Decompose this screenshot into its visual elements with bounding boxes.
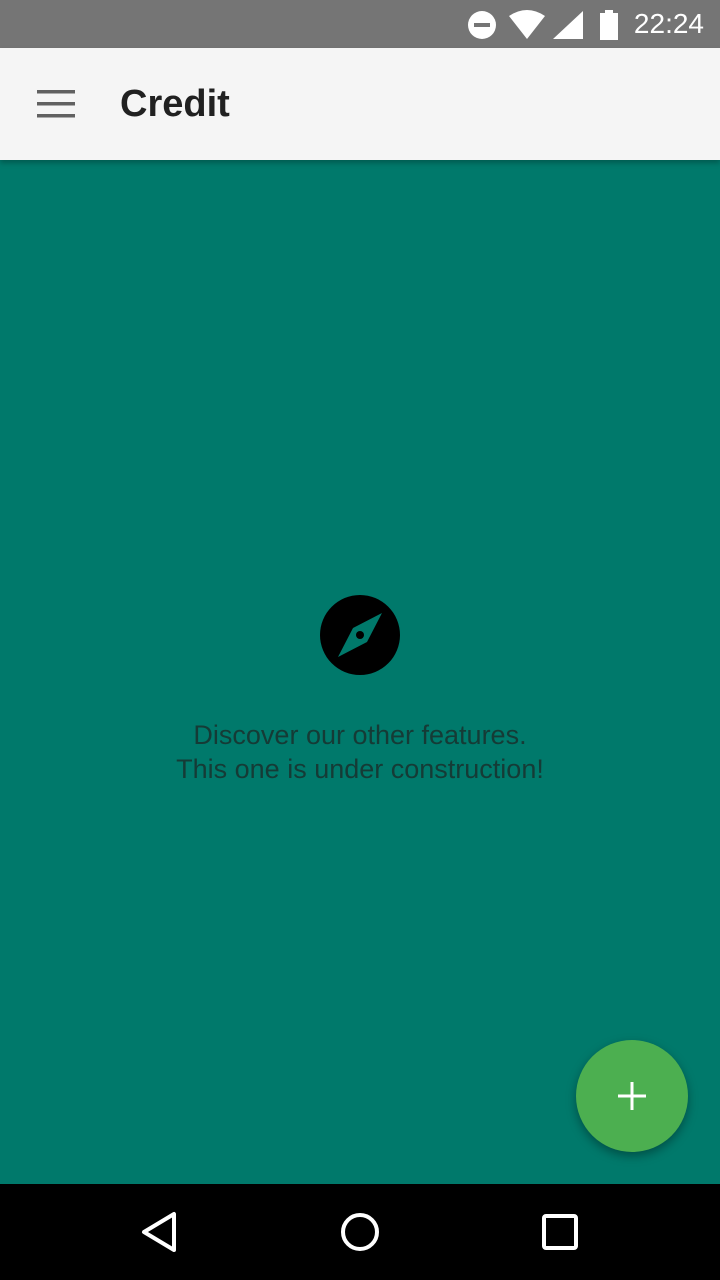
empty-state: Discover our other features. This one is… bbox=[0, 594, 720, 786]
status-time: 22:24 bbox=[633, 8, 704, 39]
compass-icon bbox=[320, 595, 400, 675]
page-title: Credit bbox=[120, 83, 230, 125]
menu-button[interactable] bbox=[20, 68, 92, 140]
wifi-icon bbox=[509, 10, 545, 39]
recents-icon[interactable] bbox=[536, 1208, 584, 1256]
battery-icon bbox=[600, 10, 618, 40]
signal-icon bbox=[553, 11, 583, 39]
home-icon[interactable] bbox=[336, 1208, 384, 1256]
plus-icon bbox=[618, 1082, 646, 1110]
app-bar: Credit bbox=[0, 48, 720, 160]
do-not-disturb-icon bbox=[468, 11, 496, 39]
empty-state-message: Discover our other features. This one is… bbox=[176, 720, 544, 784]
screen: 22:24 Credit Discover our other features… bbox=[0, 0, 720, 1280]
back-icon[interactable] bbox=[136, 1208, 184, 1256]
status-bar: 22:24 bbox=[0, 0, 720, 48]
add-button[interactable] bbox=[576, 1040, 688, 1152]
hamburger-menu-icon bbox=[37, 90, 75, 118]
navigation-bar bbox=[0, 1184, 720, 1280]
